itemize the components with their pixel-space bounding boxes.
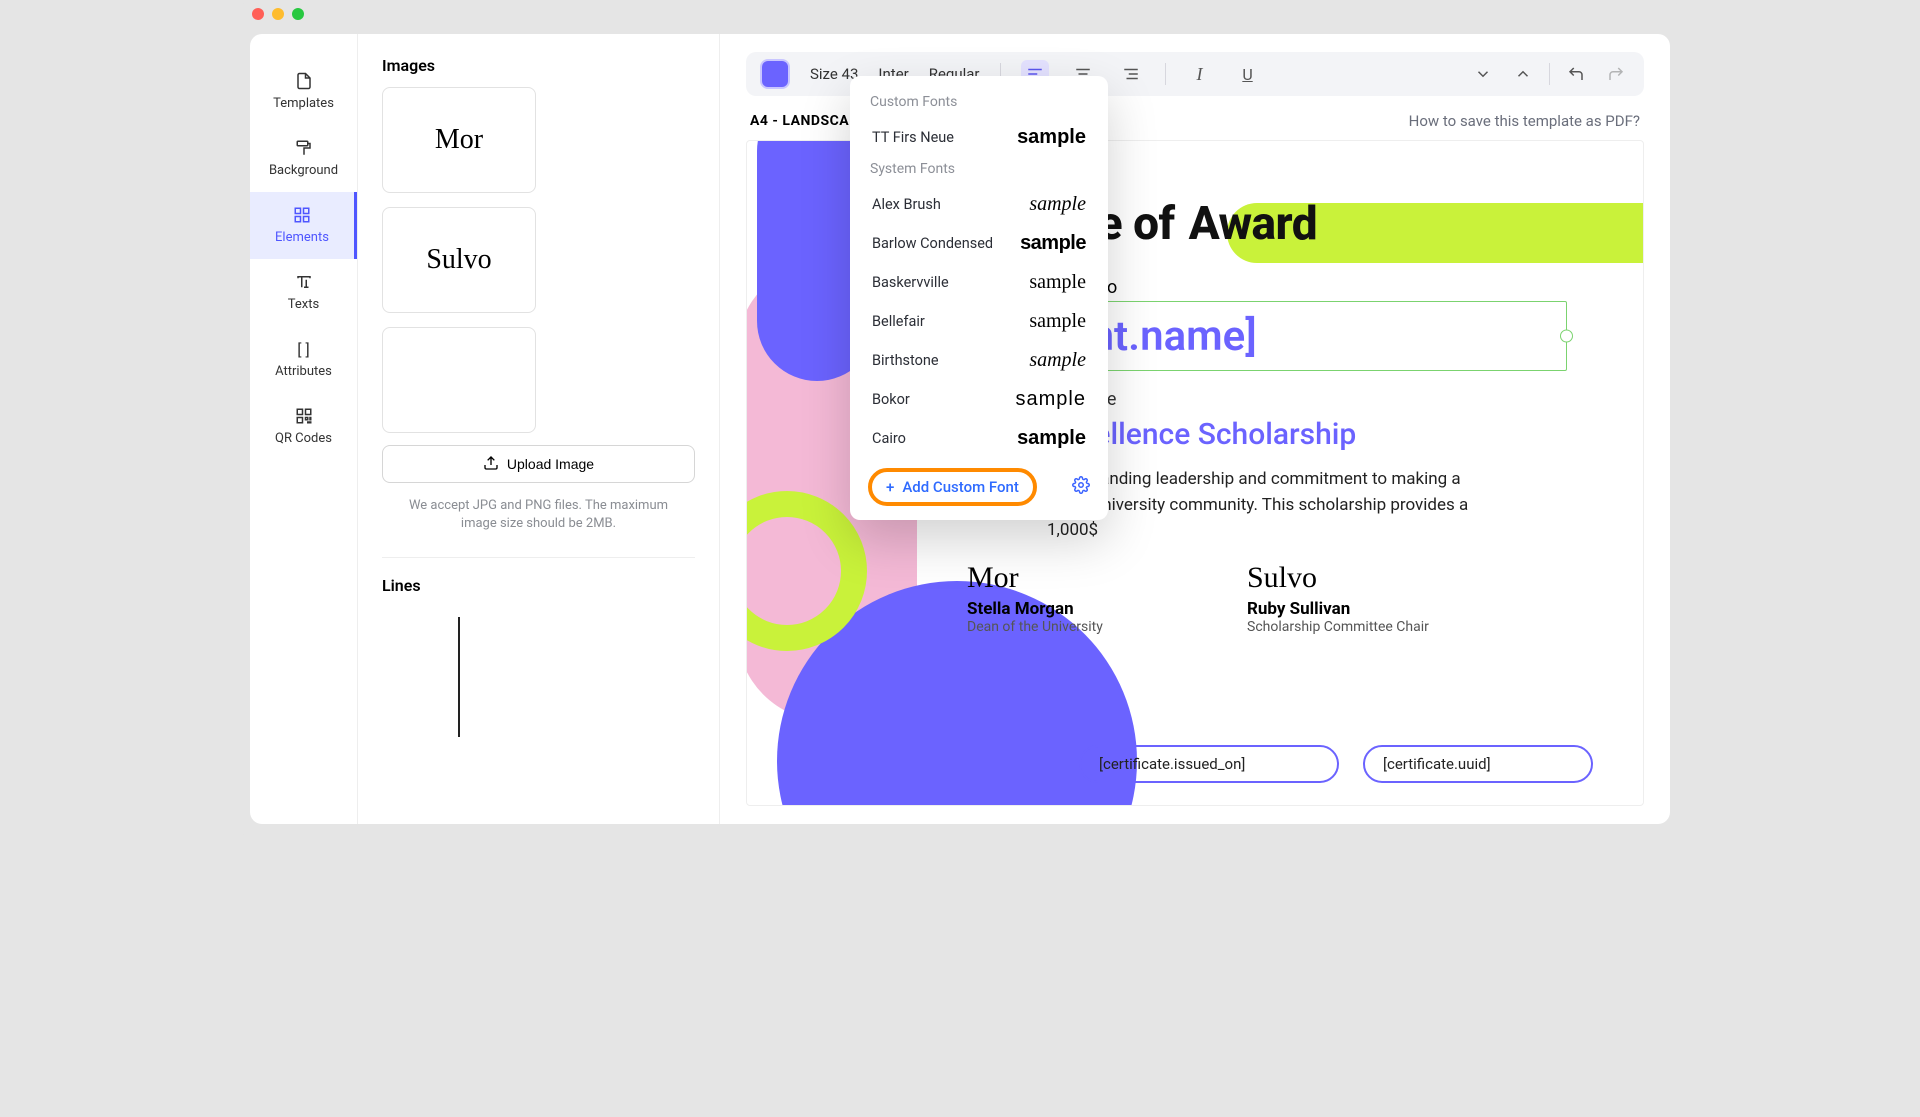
sidebar-item-qrcodes[interactable]: QR Codes [250,393,357,460]
title-part-2: Award [1189,197,1318,251]
signature-image: Mor [967,561,1019,595]
font-sample: sample [1029,271,1086,294]
font-dropdown: Custom Fonts TT Firs Neue sample System F… [850,76,1108,520]
font-name: Bokor [872,391,910,408]
upload-icon [483,455,499,474]
font-option[interactable]: Baskervville sample [854,263,1104,302]
font-sample: sample [1020,232,1086,255]
redo-button[interactable] [1602,60,1630,88]
text-icon [295,273,313,291]
font-name: Birthstone [872,352,939,369]
custom-fonts-label: Custom Fonts [854,90,1104,118]
sidebar-item-texts[interactable]: Texts [250,259,357,326]
system-fonts-label: System Fonts [854,157,1104,185]
gear-icon[interactable] [1072,476,1090,498]
signer-name: Ruby Sullivan [1247,599,1350,619]
images-heading: Images [382,56,695,75]
signature-preview: Sulvo [426,244,491,276]
minimize-icon[interactable] [272,8,284,20]
elements-panel: Images Mor Sulvo Upload Image We accept … [358,34,720,824]
attribute-text: [certificate.uuid] [1383,755,1491,773]
maximize-icon[interactable] [292,8,304,20]
undo-button[interactable] [1562,60,1590,88]
sidebar-item-label: Elements [275,230,329,245]
plus-icon: + [886,478,894,496]
upload-image-button[interactable]: Upload Image [382,445,695,483]
font-option[interactable]: Birthstone sample [854,341,1104,380]
line-horizontal-thumb[interactable] [382,761,536,824]
attribute-field-uuid[interactable]: [certificate.uuid] [1363,745,1593,783]
separator [1549,63,1550,85]
sidebar-item-background[interactable]: Background [250,125,357,192]
font-sample: sample [1016,388,1086,411]
brackets-icon: [ ] [295,340,313,358]
font-sample: sample [1017,427,1086,450]
image-thumb[interactable] [382,327,536,433]
signature-image: Sulvo [1247,561,1317,595]
separator [1165,63,1166,85]
font-name: Cairo [872,430,906,447]
line-vertical-thumb[interactable] [382,607,536,747]
sidebar-item-elements[interactable]: Elements [250,192,357,259]
divider [382,557,695,558]
signer-role: Dean of the University [967,619,1103,635]
attribute-field-issued-on[interactable]: [certificate.issued_on] [1079,745,1339,783]
close-icon[interactable] [252,8,264,20]
signer-name: Stella Morgan [967,599,1074,619]
help-link[interactable]: How to save this template as PDF? [1409,112,1640,130]
color-swatch[interactable] [760,59,790,89]
font-name: Bellefair [872,313,925,330]
layer-down-button[interactable] [1469,60,1497,88]
certificate-body[interactable]: ir outstanding leadership and commitment… [1047,467,1607,544]
sidebar-item-templates[interactable]: Templates [250,58,357,125]
font-sample: sample [1029,349,1086,372]
layer-up-button[interactable] [1509,60,1537,88]
font-name: TT Firs Neue [872,129,954,146]
font-option[interactable]: Alex Brush sample [854,185,1104,224]
font-option[interactable]: Bellefair sample [854,302,1104,341]
sidebar-item-label: QR Codes [275,431,332,446]
font-option[interactable]: Bokor sample [854,380,1104,419]
sidebar: Templates Background Elements Texts [ ] … [250,34,358,824]
signer-role: Scholarship Committee Chair [1247,619,1429,635]
titlebar [240,0,1680,28]
signature-block-1[interactable]: Mor Stella Morgan Dean of the University [967,561,1103,635]
document-icon [295,72,313,90]
sidebar-item-attributes[interactable]: [ ] Attributes [250,326,357,393]
signature-preview: Mor [435,124,483,156]
font-name: Alex Brush [872,196,941,213]
attribute-text: [certificate.issued_on] [1099,755,1245,773]
paint-roller-icon [295,139,313,157]
sidebar-item-label: Templates [273,96,334,111]
font-option[interactable]: Barlow Condensed sample [854,224,1104,263]
align-right-button[interactable] [1117,60,1145,88]
add-custom-font-button[interactable]: + Add Custom Font [868,468,1037,506]
upload-hint: We accept JPG and PNG files. The maximum… [392,497,685,533]
resize-handle-icon[interactable] [1560,330,1573,343]
upload-label: Upload Image [507,456,594,472]
app-window: Templates Background Elements Texts [ ] … [240,0,1680,838]
lines-heading: Lines [382,576,695,595]
font-option[interactable]: Cairo sample [854,419,1104,458]
font-sample: sample [1017,126,1086,149]
image-thumb[interactable]: Mor [382,87,536,193]
sidebar-item-label: Texts [288,297,319,312]
font-name: Baskervville [872,274,949,291]
presented-to-text: o [1107,277,1117,298]
font-sample: sample [1029,310,1086,333]
font-name: Barlow Condensed [872,235,993,252]
sidebar-item-label: Background [269,163,338,178]
qr-icon [295,407,313,425]
image-thumb[interactable]: Sulvo [382,207,536,313]
selected-text-element[interactable]: ent.name] [1047,301,1567,371]
font-sample: sample [1029,193,1086,216]
editor-area: Size 43 Inter Regular I U [720,34,1670,824]
signature-block-2[interactable]: Sulvo Ruby Sullivan Scholarship Committe… [1247,561,1429,635]
shapes-icon [293,206,311,224]
italic-button[interactable]: I [1186,60,1214,88]
underline-button[interactable]: U [1234,60,1262,88]
font-option[interactable]: TT Firs Neue sample [854,118,1104,157]
sidebar-item-label: Attributes [275,364,332,379]
add-font-label: Add Custom Font [902,478,1019,496]
